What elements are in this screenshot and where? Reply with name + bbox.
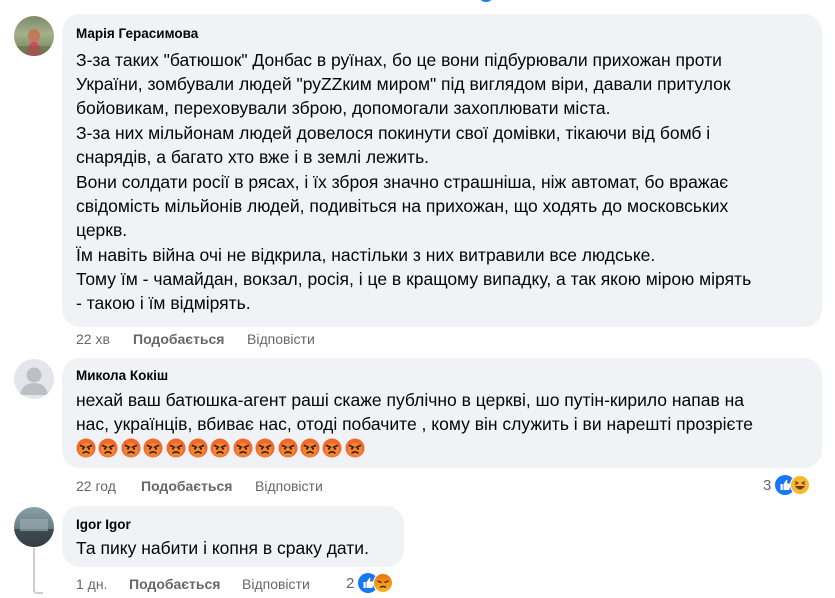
angry-face-emoji [76,438,96,458]
reactions-count: 3 [763,477,772,494]
reply-button[interactable]: Відповісти [242,576,310,592]
angry-face-emoji [278,438,298,458]
comment-text-line: Вони солдати росії в рясах, і їх зброя з… [76,172,729,192]
reactions-count: 2 [346,575,355,592]
comment-text-line: Тому їм - чамайдан, вокзал, росія, і це … [76,269,752,289]
angry-face-emoji [143,438,163,458]
comment-bubble: Марія Герасимова З-за таких "батюшок" До… [62,14,822,327]
comment-text-line: нас, українців, вбиває нас, отоді побачи… [76,414,754,434]
comment-author[interactable]: Микола Кокіш [76,368,168,383]
angry-face-emoji [300,438,320,458]
haha-icon [790,475,810,495]
angry-face-emoji [345,438,365,458]
comment-author[interactable]: Igor Igor [76,517,131,532]
comment-text-line: України, зомбували людей "руZZким миром"… [76,74,731,94]
comment-text-line: нехай ваш батюшка-агент раші скаже публі… [76,390,745,410]
comment-text-line: - такою і їм відмірять. [76,293,251,313]
comment-bubble: Микола Кокіш нехай ваш батюшка-агент раш… [62,358,822,468]
avatar-photo [14,29,54,56]
avatar-default[interactable] [14,359,54,399]
angry-face-emoji [210,438,230,458]
comment-text-line: снарядів, а багато хто вже і в землі леж… [76,147,430,167]
reply-button[interactable]: Відповісти [255,478,323,494]
reactions-summary[interactable]: 3 [763,473,823,497]
like-button[interactable]: Подобається [141,478,232,494]
avatar-photo [14,519,54,547]
comment-text-line: Їм навіть війна очі не відкрила, настіль… [76,245,656,265]
comment-text-line: бойовикам, переховували зброю, допомогал… [76,98,611,118]
angry-face-emoji [188,438,208,458]
like-button[interactable]: Подобається [133,331,224,347]
reactions-summary[interactable]: 2 [346,571,406,595]
comment-text-line: З-за них мільйонам людей довелося покину… [76,123,711,143]
comment-timestamp[interactable]: 22 год [76,478,116,494]
comment-author[interactable]: Марія Герасимова [76,26,198,41]
comment-timestamp[interactable]: 1 дн. [76,576,107,592]
angry-face-emoji [233,438,253,458]
avatar[interactable] [14,16,54,56]
angry-face-emoji [322,438,342,458]
comment-text-line: Та пику набити і копня в сраку дати. [76,538,369,558]
angry-face-emoji [166,438,186,458]
thread-curve [33,590,43,594]
comment-text-line: З-за таких "батюшок" Донбас в руїнах, бо… [76,50,722,70]
reaction-like-icon-top [478,0,494,2]
comment-text-line: свідомість мільйонів людей, подивіться н… [76,196,729,216]
thread-line [33,548,35,592]
like-button[interactable]: Подобається [129,576,220,592]
avatar[interactable] [14,507,54,547]
default-user-icon [20,367,48,395]
comment-bubble: Igor Igor Та пику набити і копня в сраку… [62,506,404,567]
angry-face-emoji [98,438,118,458]
comment-text-line: церкв. [76,220,128,240]
angry-icon [373,573,393,593]
angry-face-emoji [121,438,141,458]
reply-button[interactable]: Відповісти [247,331,315,347]
comment-timestamp[interactable]: 22 хв [76,331,110,347]
angry-face-emoji [255,438,275,458]
